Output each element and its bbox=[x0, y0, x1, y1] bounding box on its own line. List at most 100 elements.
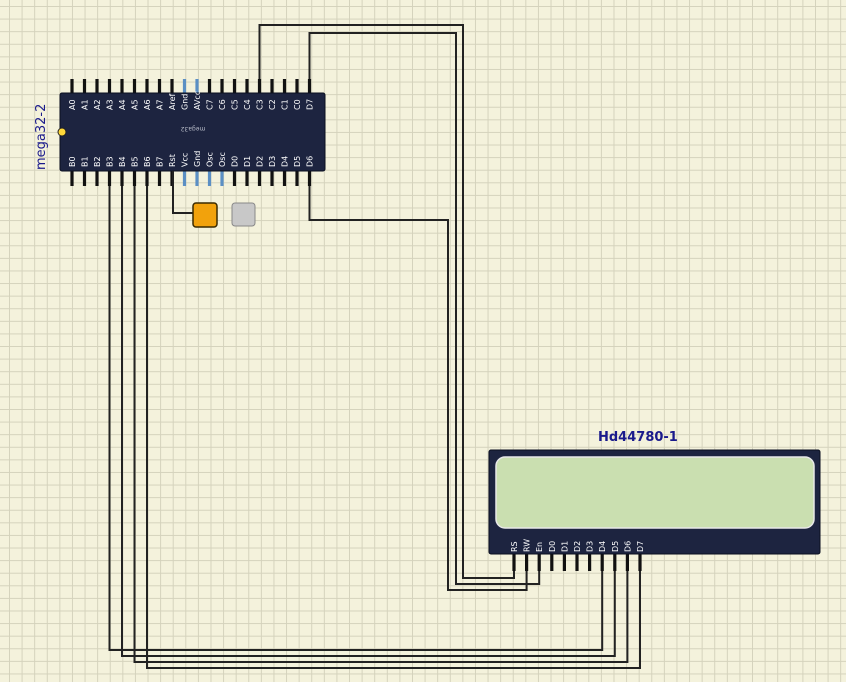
lcd-pin-label: D1 bbox=[560, 541, 569, 552]
wire-b5-d6[interactable] bbox=[133, 178, 629, 663]
mcu-pin-b2-2[interactable] bbox=[95, 171, 99, 186]
mcu-pin-label: C7 bbox=[206, 99, 215, 110]
mcu-pin-b5-5[interactable] bbox=[132, 171, 137, 186]
mcu-pin-label: B0 bbox=[68, 156, 77, 167]
lcd-pin-label: RS bbox=[510, 541, 519, 552]
reset-button[interactable] bbox=[192, 202, 218, 228]
lcd-pin-d4[interactable] bbox=[600, 554, 604, 571]
mcu-pin-label: C1 bbox=[281, 99, 290, 110]
mcu-component[interactable]: A0 A1 A2 A3 A4 A5 A6 A7 Aref Gnd AVcc C7 C6 C5 C4 C3 C2 C… bbox=[34, 79, 326, 186]
mcu-pin-d5-18[interactable] bbox=[295, 171, 299, 186]
mcu-pin-a5-5[interactable] bbox=[132, 79, 137, 94]
mcu-bottom-pins bbox=[70, 171, 312, 186]
lcd-pin-label: D7 bbox=[636, 541, 645, 552]
lcd-pin-en[interactable] bbox=[537, 554, 541, 571]
mcu-pin-label: A6 bbox=[143, 99, 152, 110]
mcu-pin-c1-17[interactable] bbox=[282, 79, 287, 94]
mcu-pin-c4-14[interactable] bbox=[245, 79, 249, 94]
wire-b6-d7[interactable] bbox=[146, 178, 641, 669]
lcd-instance-label: Hd44780-1 bbox=[598, 430, 678, 445]
mcu-pin-a1-1[interactable] bbox=[82, 79, 87, 94]
mcu-pin-a3-3[interactable] bbox=[107, 79, 112, 94]
mcu-pin-a4-4[interactable] bbox=[120, 79, 124, 94]
mcu-pin-label: D1 bbox=[243, 156, 252, 167]
lcd-pin-rs[interactable] bbox=[512, 554, 516, 571]
mcu-pin-label: A4 bbox=[118, 99, 127, 110]
toggle-button[interactable] bbox=[231, 202, 256, 227]
mcu-pin-label: A2 bbox=[93, 99, 102, 110]
mcu-pin-b1-1[interactable] bbox=[82, 171, 87, 186]
mcu-pin-label: A5 bbox=[131, 99, 140, 110]
lcd-pin-d3[interactable] bbox=[588, 554, 592, 571]
mcu-pin-label: B2 bbox=[93, 156, 102, 167]
mcu-pin-label: C5 bbox=[231, 99, 240, 110]
lcd-pin-d6[interactable] bbox=[625, 554, 629, 571]
mcu-pin-label: B5 bbox=[131, 156, 140, 167]
lcd-pin-label: D3 bbox=[586, 541, 595, 552]
mcu-pin-label: B1 bbox=[81, 156, 90, 167]
mcu-pin-label: C2 bbox=[268, 99, 277, 110]
lcd-pin-d0[interactable] bbox=[550, 554, 554, 571]
lcd-pin-d5[interactable] bbox=[613, 554, 617, 571]
lcd-pin-d2[interactable] bbox=[575, 554, 579, 571]
mcu-pin-c0-18[interactable] bbox=[295, 79, 299, 94]
mcu-pin-label: D5 bbox=[293, 156, 302, 167]
lcd-pin-label: RW bbox=[523, 539, 532, 552]
mcu-pin-osc-12[interactable] bbox=[220, 171, 224, 186]
lcd-pin-labels: RS RW En D0 D1 D2 D3 D4 D5 D6 D7 bbox=[510, 539, 645, 552]
mcu-pin-b6-6[interactable] bbox=[145, 171, 149, 186]
mcu-pin-label: C3 bbox=[256, 99, 265, 110]
lcd-pin-label: D4 bbox=[598, 541, 607, 552]
mcu-pin-c3-15[interactable] bbox=[257, 79, 262, 94]
mcu-pin-d1-14[interactable] bbox=[245, 171, 249, 186]
mcu-pin-label: Gnd bbox=[181, 94, 190, 110]
mcu-pin-gnd-9[interactable] bbox=[182, 79, 187, 94]
mcu-pin-aref-8[interactable] bbox=[170, 79, 174, 94]
mcu-pin-label: D3 bbox=[268, 156, 277, 167]
mcu-pin-label: D4 bbox=[281, 156, 290, 167]
mcu-pin-label: Osc bbox=[218, 152, 227, 167]
mcu-pin-b4-4[interactable] bbox=[120, 171, 124, 186]
lcd-pin-label: D5 bbox=[611, 541, 620, 552]
mcu-pin-c7-11[interactable] bbox=[207, 79, 212, 94]
mcu-instance-label: mega32-2 bbox=[34, 104, 49, 170]
lcd-pin-d7[interactable] bbox=[638, 554, 642, 571]
wire-b3-d4[interactable] bbox=[108, 178, 604, 651]
mcu-pin-a0-0[interactable] bbox=[70, 79, 74, 94]
mcu-pin-label: A0 bbox=[68, 99, 77, 110]
mcu-pin-label: C0 bbox=[293, 99, 302, 110]
mcu-pin-label: C6 bbox=[218, 99, 227, 110]
mcu-pin-d0-13[interactable] bbox=[232, 171, 237, 186]
mcu-pin-c5-13[interactable] bbox=[232, 79, 237, 94]
lcd-screen bbox=[495, 456, 815, 529]
mcu-pin-vcc-9[interactable] bbox=[182, 171, 187, 186]
pin1-indicator-icon bbox=[57, 127, 67, 137]
wire-b4-d5[interactable] bbox=[121, 178, 616, 657]
lcd-pin-d1[interactable] bbox=[562, 554, 566, 571]
mcu-pin-a6-6[interactable] bbox=[145, 79, 149, 94]
mcu-pin-gnd-10[interactable] bbox=[195, 171, 199, 186]
mcu-pin-label: B4 bbox=[118, 156, 127, 167]
mcu-pin-label: Gnd bbox=[193, 151, 202, 167]
mcu-pin-a7-7[interactable] bbox=[157, 79, 162, 94]
lcd-pin-rw[interactable] bbox=[525, 554, 529, 571]
lcd-pin-label: En bbox=[535, 542, 544, 552]
mcu-pin-d7-19[interactable] bbox=[307, 79, 312, 94]
mcu-pin-label: A7 bbox=[156, 99, 165, 110]
mcu-pin-a2-2[interactable] bbox=[95, 79, 99, 94]
mcu-pin-label: Rst bbox=[168, 154, 177, 167]
mcu-pin-d6-19[interactable] bbox=[307, 171, 312, 186]
mcu-pin-d4-17[interactable] bbox=[282, 171, 287, 186]
mcu-pin-c6-12[interactable] bbox=[220, 79, 224, 94]
mcu-pin-b3-3[interactable] bbox=[107, 171, 112, 186]
mcu-pin-label: D2 bbox=[256, 156, 265, 167]
lcd-component[interactable]: Hd44780-1 RS RW En D0 D1 D2 D3 D4 D5 D6 D7 bbox=[488, 430, 821, 571]
mcu-pin-b0-0[interactable] bbox=[70, 171, 74, 186]
mcu-pin-label: A3 bbox=[106, 99, 115, 110]
mcu-pin-b7-7[interactable] bbox=[157, 171, 162, 186]
mcu-pin-label: D0 bbox=[231, 156, 240, 167]
mcu-pin-c2-16[interactable] bbox=[270, 79, 274, 94]
mcu-pin-osc-11[interactable] bbox=[207, 171, 212, 186]
mcu-pin-d3-16[interactable] bbox=[270, 171, 274, 186]
mcu-pin-d2-15[interactable] bbox=[257, 171, 262, 186]
